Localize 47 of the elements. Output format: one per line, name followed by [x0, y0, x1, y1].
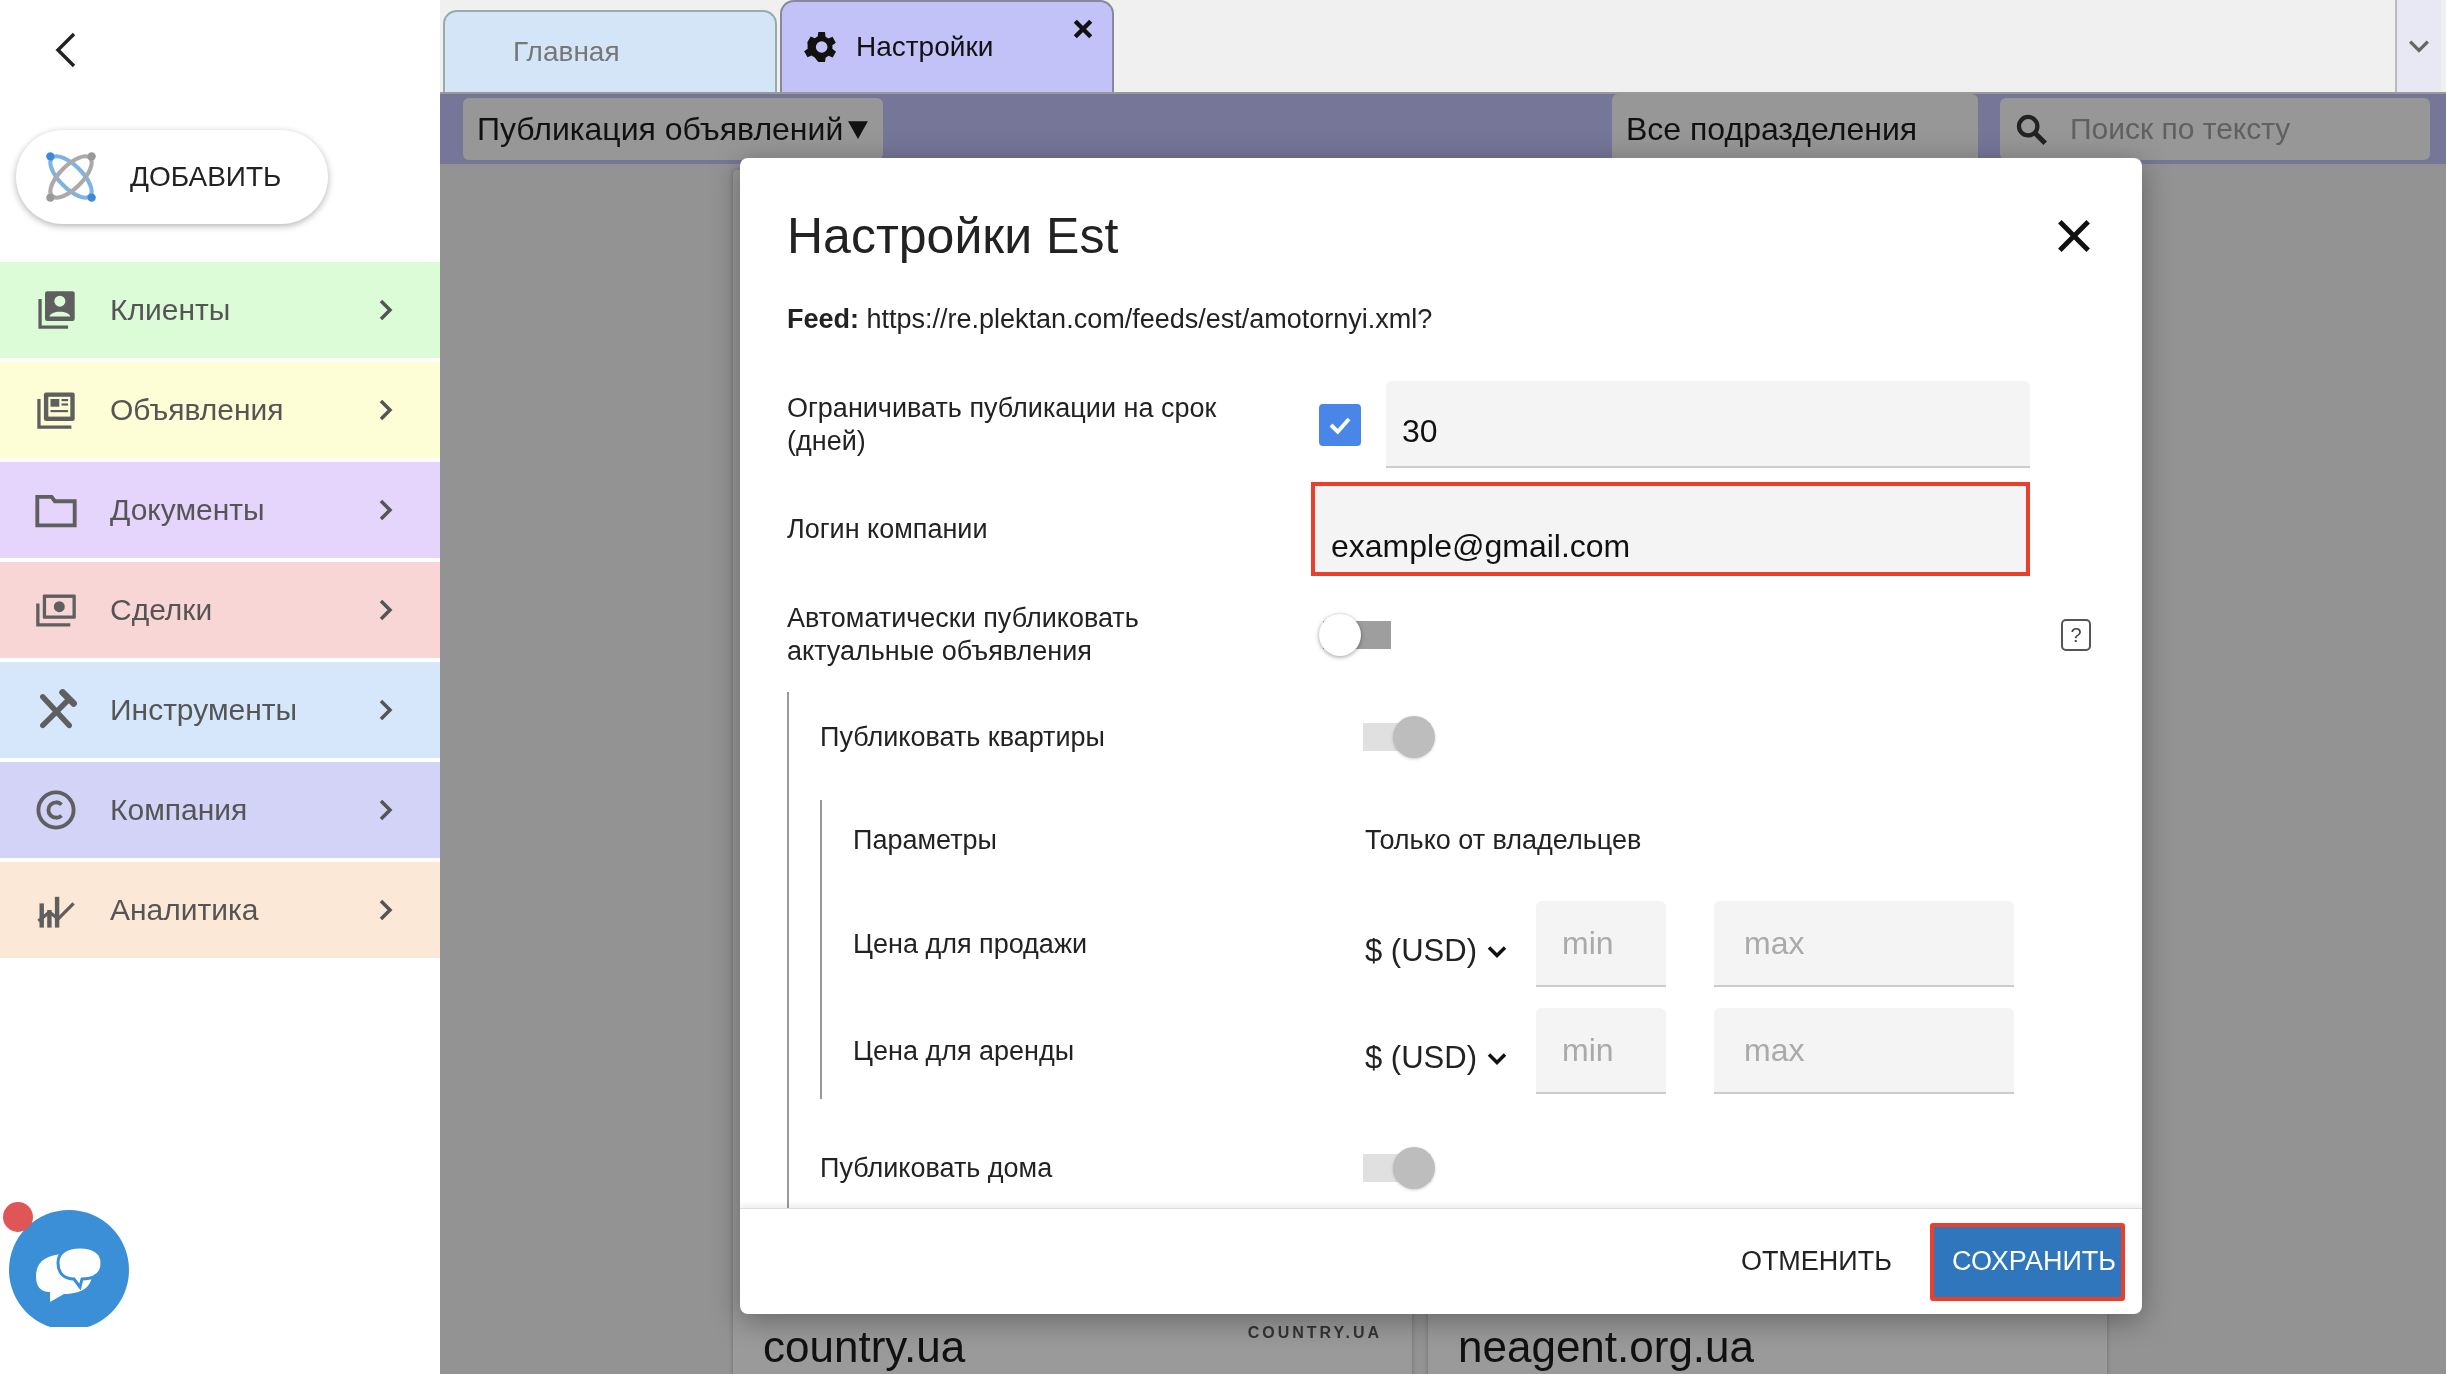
sidebar-item[interactable]: Документы [0, 462, 440, 558]
field-label: Цена для аренды [853, 1034, 1076, 1068]
help-icon[interactable]: ? [2061, 619, 2091, 651]
card-title: country.ua [763, 1322, 966, 1372]
dialog-title: Настройки Est [787, 207, 1119, 266]
back-icon[interactable] [54, 30, 78, 70]
sidebar-item[interactable]: Компания [0, 762, 440, 858]
chevron-right-icon [378, 398, 394, 422]
field-label: Ограничивать публикации на срок (дней) [787, 391, 1218, 458]
tab[interactable]: Настройки [780, 0, 1114, 92]
close-icon[interactable] [2057, 219, 2091, 253]
checkbox[interactable] [1319, 403, 1361, 446]
chevron-right-icon [378, 498, 394, 522]
chevron-down-icon [1486, 944, 1507, 958]
field-label: Автоматически публиковать актуальные объявления [787, 602, 1140, 668]
site-logo: COUNTRY.UA [1247, 1324, 1382, 1342]
close-icon[interactable] [1072, 18, 1094, 40]
copyright-icon [34, 788, 78, 832]
chevron-right-icon [378, 298, 394, 322]
field-label: Логин компании [787, 512, 989, 546]
sidebar-item[interactable]: Аналитика [0, 862, 440, 958]
chevron-down-icon [1486, 1051, 1507, 1065]
chevron-right-icon [378, 598, 394, 622]
feed-url-text: Feed: https://re.plektan.com/feeds/est/amotornyi.xml? [787, 303, 1434, 336]
login-input[interactable]: example@gmail.com [1311, 482, 2030, 576]
search-icon [2014, 112, 2048, 146]
chevron-right-icon [378, 898, 394, 922]
add-button[interactable]: ДОБАВИТЬ [16, 130, 328, 224]
section-label: Публиковать квартиры [820, 720, 1106, 754]
chevron-right-icon [378, 698, 394, 722]
section-label: Публиковать дома [820, 1151, 1054, 1185]
sidebar-item[interactable]: Объявления [0, 362, 440, 458]
tab[interactable]: Главная [443, 10, 777, 92]
sidebar-item[interactable]: Клиенты [0, 262, 440, 358]
field-label: Параметры [853, 823, 998, 857]
save-button[interactable]: СОХРАНИТЬ [1930, 1222, 2125, 1301]
days-input[interactable]: 30 [1386, 381, 2030, 468]
card-title: neagent.org.ua [1458, 1322, 1755, 1372]
field-value: Только от владельцев [1365, 824, 1642, 856]
field-label: Цена для продажи [853, 927, 1089, 961]
cancel-button[interactable]: ОТМЕНИТЬ [1722, 1222, 1910, 1301]
sidebar-item[interactable]: Инструменты [0, 662, 440, 758]
sidebar-item[interactable]: Сделки [0, 562, 440, 658]
chevron-right-icon [378, 798, 394, 822]
chevron-down-icon [2408, 39, 2430, 53]
section-dropdown[interactable]: Публикация объявлений [463, 98, 884, 160]
triangle-down-icon [847, 118, 870, 140]
